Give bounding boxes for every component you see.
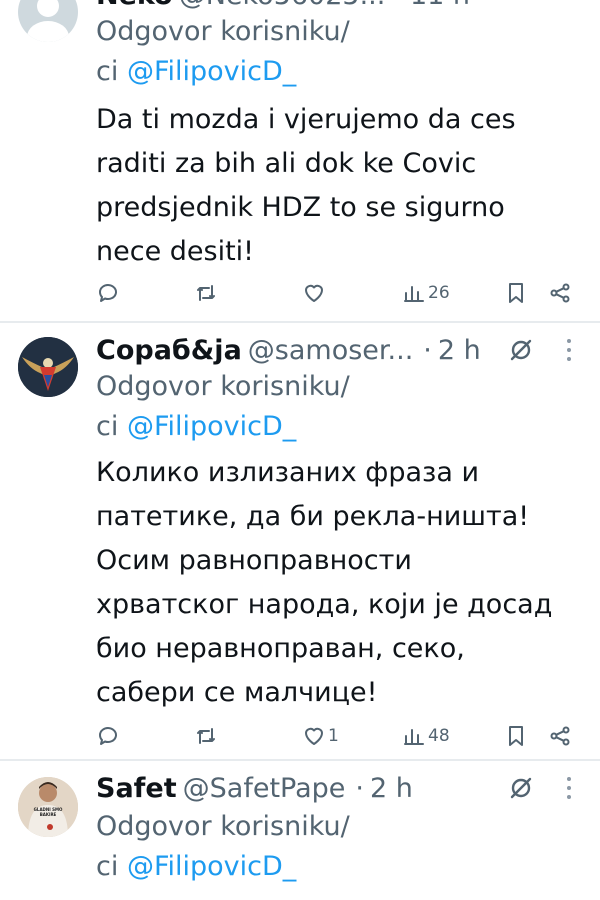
view-count: 48: [428, 726, 450, 746]
display-name[interactable]: Safet: [96, 773, 177, 804]
heart-icon: [305, 284, 323, 302]
like-count: 1: [328, 726, 339, 746]
display-name[interactable]: Neko: [96, 0, 173, 11]
reply-context: Odgovor korisniku/ ci @FilipovicD_: [96, 12, 350, 92]
mention-link[interactable]: @FilipovicD_: [127, 56, 296, 87]
eagle-avatar-image: [18, 337, 78, 397]
mention-link[interactable]: @FilipovicD_: [127, 411, 296, 442]
view-count: 26: [428, 283, 450, 303]
timestamp[interactable]: 2 h: [438, 335, 481, 366]
reply-label: Odgovor korisniku/: [96, 371, 350, 402]
tweet-line: сабери се малчице!: [96, 677, 378, 708]
avatar-shirt-text: GLADNI SMO BAKIRE: [33, 807, 63, 817]
tweet-1[interactable]: Neko @Neko56025... · 11 h Odgovor korisniku…: [0, 0, 600, 322]
reply-prefix: ci: [96, 851, 127, 882]
share-button[interactable]: [548, 276, 572, 310]
tweet-line: хрватског народа, који је досад: [96, 589, 553, 620]
reply-target: ci @FilipovicD_: [96, 847, 350, 887]
avatar-default[interactable]: [18, 0, 78, 42]
reply-context: Odgovor korisniku/ ci @FilipovicD_: [96, 367, 350, 447]
share-icon: [550, 726, 570, 746]
tweet-line: Колико излизаних фраза и: [96, 457, 480, 488]
tweet-text: Da ti mozda i vjerujemo da ces raditi za…: [96, 98, 566, 274]
share-icon: [550, 283, 570, 303]
reply-button[interactable]: [96, 276, 122, 310]
tweet-line: Da ti mozda i vjerujemo da ces: [96, 104, 516, 135]
separator-dot: ·: [355, 773, 364, 804]
avatar-safet[interactable]: GLADNI SMO BAKIRE: [18, 777, 78, 837]
reply-icon: [99, 727, 117, 745]
retweet-icon: [197, 285, 215, 301]
share-button[interactable]: [548, 719, 572, 753]
default-avatar-icon: [27, 0, 69, 42]
reply-target: ci @FilipovicD_: [96, 407, 350, 447]
grok-icon[interactable]: [508, 337, 534, 363]
tweet-text: Колико излизаних фраза и патетике, да би…: [96, 451, 566, 715]
reply-icon: [99, 284, 117, 302]
tweet-2[interactable]: Сораб&ја @samoser... · 2 h Odgovor korisnik…: [0, 323, 600, 760]
more-icon[interactable]: [566, 337, 572, 363]
tweet-line: Осим равноправности: [96, 545, 412, 576]
reply-label: Odgovor korisniku/: [96, 16, 350, 47]
tweet-line: био неравноправан, секо,: [96, 633, 465, 664]
tweet-line: патетике, да би рекла-ништа!: [96, 501, 530, 532]
tweet-line: nece desiti!: [96, 236, 254, 267]
tweet-3[interactable]: GLADNI SMO BAKIRE Safet @SafetPape · 2 h Od…: [0, 761, 600, 900]
reply-context: Odgovor korisniku/ ci @FilipovicD_: [96, 807, 350, 887]
retweet-icon: [197, 728, 215, 744]
action-bar: 26: [96, 276, 586, 310]
mention-link[interactable]: @FilipovicD_: [127, 851, 296, 882]
grok-icon[interactable]: [508, 775, 534, 801]
heart-icon: [305, 727, 323, 745]
bookmark-button[interactable]: [504, 276, 528, 310]
separator-dot: ·: [423, 335, 432, 366]
reply-label: Odgovor korisniku/: [96, 811, 350, 842]
views-icon: [404, 286, 424, 302]
tweet-line: raditi za bih ali dok ke Covic: [96, 148, 477, 179]
user-handle[interactable]: @samoser...: [248, 335, 413, 366]
reply-target: ci @FilipovicD_: [96, 52, 350, 92]
timestamp[interactable]: 11 h: [410, 0, 470, 11]
like-button[interactable]: [302, 276, 328, 310]
bookmark-icon: [509, 726, 523, 746]
bookmark-icon: [509, 283, 523, 303]
reply-button[interactable]: [96, 719, 122, 753]
tweet-line: predsjednik HDZ to se sigurno: [96, 192, 505, 223]
views-icon: [404, 729, 424, 745]
retweet-button[interactable]: [194, 276, 220, 310]
user-handle[interactable]: @SafetPape: [183, 773, 346, 804]
display-name[interactable]: Сораб&ја: [96, 335, 242, 366]
views-button[interactable]: 48: [402, 719, 450, 753]
action-bar: 1 48: [96, 719, 586, 753]
timestamp[interactable]: 2 h: [370, 773, 413, 804]
views-button[interactable]: 26: [402, 276, 450, 310]
like-button[interactable]: 1: [302, 719, 339, 753]
retweet-button[interactable]: [194, 719, 220, 753]
more-icon[interactable]: [566, 775, 572, 801]
reply-prefix: ci: [96, 411, 127, 442]
separator-dot: ·: [395, 0, 404, 11]
user-handle[interactable]: @Neko56025...: [179, 0, 386, 11]
avatar-sorabja[interactable]: [18, 337, 78, 397]
reply-prefix: ci: [96, 56, 127, 87]
bookmark-button[interactable]: [504, 719, 528, 753]
